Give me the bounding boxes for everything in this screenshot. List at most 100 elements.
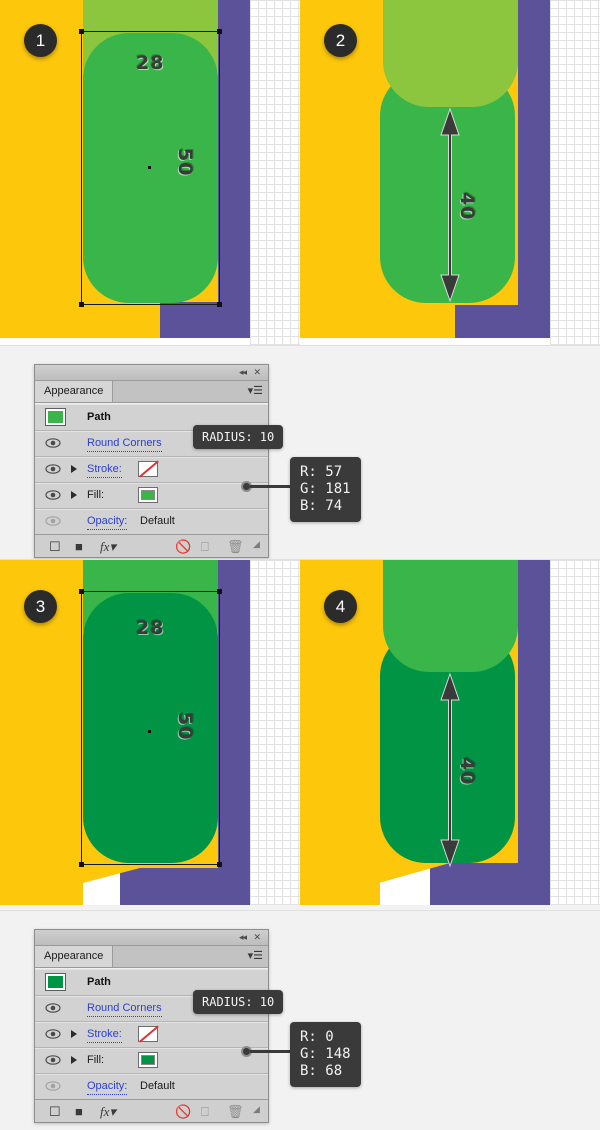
panel-tabrow: Appearance ▾☰ xyxy=(35,946,268,968)
measurement-label: 40 xyxy=(456,192,478,221)
collapse-icon[interactable]: ◂◂ xyxy=(239,932,247,943)
resize-grip-icon[interactable]: ◢ xyxy=(253,1104,260,1115)
collapse-icon[interactable]: ◂◂ xyxy=(239,367,247,378)
tab-appearance[interactable]: Appearance xyxy=(35,946,114,967)
new-stroke-icon[interactable]: ■ xyxy=(75,539,83,554)
visibility-eye-icon[interactable] xyxy=(45,488,61,502)
height-measurement-label: 50 xyxy=(174,712,196,741)
duplicate-item-icon[interactable]: ⎕ xyxy=(201,1104,209,1120)
appearance-row-fill[interactable]: Fill: xyxy=(35,483,268,509)
step-badge-1: 1 xyxy=(24,24,57,57)
transparency-grid xyxy=(550,0,600,345)
bbox-handle-bl[interactable] xyxy=(79,302,84,307)
appearance-row-stroke[interactable]: Stroke: xyxy=(35,1022,268,1048)
visibility-eye-icon[interactable] xyxy=(45,1053,61,1067)
step-badge-3: 3 xyxy=(24,590,57,623)
light-green-shape xyxy=(383,560,518,672)
panel-titlebar[interactable]: ◂◂ ✕ xyxy=(35,930,268,946)
round-corners-link[interactable]: Round Corners xyxy=(87,436,162,452)
expand-triangle-icon[interactable] xyxy=(71,1030,77,1038)
new-stroke-icon[interactable]: ■ xyxy=(75,1104,83,1119)
appearance-row-opacity[interactable]: Opacity: Default xyxy=(35,1074,268,1099)
close-icon[interactable]: ✕ xyxy=(253,932,261,943)
stroke-none-swatch[interactable] xyxy=(138,461,158,477)
clear-appearance-icon[interactable]: 🚫 xyxy=(175,539,191,555)
transparency-grid xyxy=(250,0,300,345)
opacity-link[interactable]: Opacity: xyxy=(87,514,128,530)
visibility-eye-icon[interactable] xyxy=(45,436,61,450)
stroke-none-swatch[interactable] xyxy=(138,1026,158,1042)
expand-triangle-icon[interactable] xyxy=(71,491,77,499)
radius-tooltip-2: RADIUS: 10 xyxy=(193,990,284,1014)
bbox-handle-br[interactable] xyxy=(217,302,222,307)
screenshot-root: 28 50 1 40 2 ◂◂ ✕ Appearance ▾☰ Path Rou… xyxy=(0,0,600,1130)
fill-callout-line-2 xyxy=(250,1050,292,1053)
step-badge-2: 2 xyxy=(324,24,357,57)
visibility-eye-icon[interactable] xyxy=(45,1001,61,1015)
path-swatch[interactable] xyxy=(45,408,66,426)
appearance-rows: Path Round Corners Stroke: Fill: Opacity… xyxy=(35,968,268,1099)
width-measurement-label: 28 xyxy=(136,52,165,74)
bbox-handle-tr[interactable] xyxy=(217,589,222,594)
bbox-handle-br[interactable] xyxy=(217,862,222,867)
artboard-1: 28 50 1 xyxy=(0,0,300,345)
new-fill-icon[interactable]: ☐ xyxy=(49,1104,61,1120)
path-label: Path xyxy=(87,976,111,988)
bbox-handle-tl[interactable] xyxy=(79,589,84,594)
artboard-3: 28 50 3 xyxy=(0,560,300,905)
illustration-panel-1: 28 50 1 xyxy=(0,0,300,345)
step-badge-4: 4 xyxy=(324,590,357,623)
bbox-handle-tl[interactable] xyxy=(79,29,84,34)
delete-item-icon[interactable]: 🗑 xyxy=(227,539,244,555)
section-divider-top xyxy=(0,345,600,346)
purple-background-shape xyxy=(518,0,550,338)
resize-grip-icon[interactable]: ◢ xyxy=(253,539,260,550)
fx-icon[interactable]: fx▾ xyxy=(100,539,116,555)
appearance-panel-1[interactable]: ◂◂ ✕ Appearance ▾☰ Path Round Corners St… xyxy=(34,364,269,558)
illustration-panel-2: 40 2 xyxy=(300,0,600,345)
opacity-link[interactable]: Opacity: xyxy=(87,1079,128,1095)
artboard-2: 40 2 xyxy=(300,0,600,345)
visibility-eye-icon[interactable] xyxy=(45,1027,61,1041)
purple-background-shape xyxy=(218,0,250,338)
clear-appearance-icon[interactable]: 🚫 xyxy=(175,1104,191,1120)
fx-icon[interactable]: fx▾ xyxy=(100,1104,116,1120)
fill-label: Fill: xyxy=(87,489,105,501)
panel-menu-icon[interactable]: ▾☰ xyxy=(248,950,263,962)
duplicate-item-icon[interactable]: ⎕ xyxy=(201,539,209,555)
panel-tabrow: Appearance ▾☰ xyxy=(35,381,268,403)
fill-swatch[interactable] xyxy=(138,487,158,503)
fill-label: Fill: xyxy=(87,1054,105,1066)
path-label: Path xyxy=(87,411,111,423)
stroke-link[interactable]: Stroke: xyxy=(87,462,122,478)
appearance-row-fill[interactable]: Fill: xyxy=(35,1048,268,1074)
opacity-value: Default xyxy=(140,515,175,527)
bbox-handle-tr[interactable] xyxy=(217,29,222,34)
panel-footer: ☐ ■ fx▾ 🚫 ⎕ 🗑 ◢ xyxy=(35,1099,268,1122)
rgb-tooltip-1: R: 57 G: 181 B: 74 xyxy=(290,457,361,522)
purple-background-shape xyxy=(218,560,250,905)
opacity-value: Default xyxy=(140,1080,175,1092)
bbox-handle-bl[interactable] xyxy=(79,862,84,867)
appearance-row-stroke[interactable]: Stroke: xyxy=(35,457,268,483)
expand-triangle-icon[interactable] xyxy=(71,1056,77,1064)
illustration-panel-4: 40 4 xyxy=(300,560,600,905)
appearance-panel-2[interactable]: ◂◂ ✕ Appearance ▾☰ Path Round Corners St… xyxy=(34,929,269,1123)
close-icon[interactable]: ✕ xyxy=(253,367,261,378)
delete-item-icon[interactable]: 🗑 xyxy=(227,1104,244,1120)
artboard-4: 40 4 xyxy=(300,560,600,905)
stroke-link[interactable]: Stroke: xyxy=(87,1027,122,1043)
new-fill-icon[interactable]: ☐ xyxy=(49,539,61,555)
visibility-eye-icon[interactable] xyxy=(45,462,61,476)
appearance-row-opacity[interactable]: Opacity: Default xyxy=(35,509,268,534)
expand-triangle-icon[interactable] xyxy=(71,465,77,473)
tab-appearance[interactable]: Appearance xyxy=(35,381,114,402)
radius-tooltip-1: RADIUS: 10 xyxy=(193,425,284,449)
round-corners-link[interactable]: Round Corners xyxy=(87,1001,162,1017)
panel-menu-icon[interactable]: ▾☰ xyxy=(248,385,263,397)
section-divider-bottom xyxy=(0,910,600,911)
path-swatch[interactable] xyxy=(45,973,66,991)
purple-background-shape-bottom xyxy=(120,868,250,905)
fill-swatch[interactable] xyxy=(138,1052,158,1068)
panel-titlebar[interactable]: ◂◂ ✕ xyxy=(35,365,268,381)
